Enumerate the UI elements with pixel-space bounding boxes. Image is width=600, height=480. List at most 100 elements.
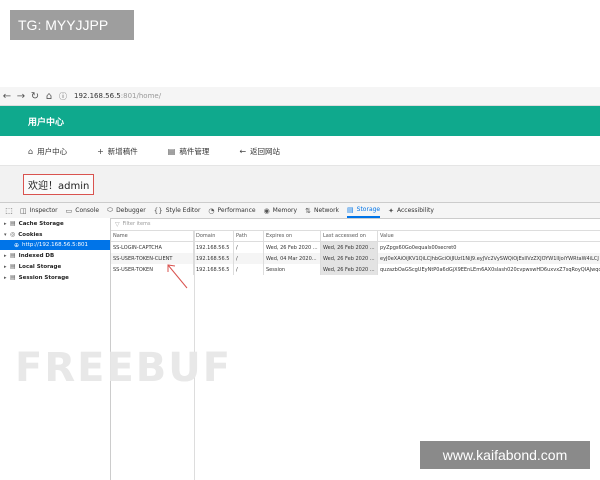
cookies-icon: ◎ bbox=[10, 231, 16, 238]
sidebar-item-label: Cookies bbox=[18, 231, 43, 238]
performance-icon: ◔ bbox=[208, 206, 215, 215]
url-rest: :801/home/ bbox=[120, 92, 162, 100]
sidebar-item-label: Cache Storage bbox=[18, 220, 64, 227]
local-storage-icon: ▤ bbox=[10, 263, 16, 270]
accessibility-icon: ✦ bbox=[388, 206, 394, 215]
back-icon[interactable]: ← bbox=[0, 91, 14, 102]
sidebar-item-cookies[interactable]: ▾ ◎ Cookies bbox=[0, 229, 110, 240]
tab-inspector[interactable]: ◫ Inspector bbox=[20, 203, 58, 218]
tab-label: Inspector bbox=[29, 207, 58, 214]
column-header-expires[interactable]: Expires on bbox=[264, 231, 321, 241]
column-header-domain[interactable]: Domain bbox=[194, 231, 234, 241]
cell-last-accessed: Wed, 26 Feb 2020 ... bbox=[321, 253, 378, 264]
watermark-top-left: TG: MYYJJPP bbox=[10, 10, 134, 40]
menu-item-label: 新增稿件 bbox=[107, 146, 138, 156]
cell-name: SS-LOGIN-CAPTCHA bbox=[111, 242, 194, 253]
home-icon: ⌂ bbox=[28, 146, 34, 156]
menu-item-label: 稿件管理 bbox=[179, 146, 210, 156]
watermark-bottom-right: www.kaifabond.com bbox=[420, 441, 590, 469]
sidebar-item-cookie-origin[interactable]: ⊕ http://192.168.56.5:801 bbox=[0, 240, 110, 250]
browser-navbar: ← → ↻ ⌂ ⓘ 192.168.56.5:801/home/ bbox=[0, 87, 600, 106]
cache-storage-icon: ▤ bbox=[10, 220, 16, 227]
app-header-title: 用户中心 bbox=[28, 118, 65, 128]
column-header-value[interactable]: Value bbox=[378, 231, 600, 241]
tab-accessibility[interactable]: ✦ Accessibility bbox=[388, 203, 434, 218]
network-icon: ⇅ bbox=[305, 206, 311, 215]
tab-console[interactable]: ▭ Console bbox=[66, 203, 99, 218]
info-icon[interactable]: ⓘ bbox=[56, 91, 70, 102]
console-icon: ▭ bbox=[65, 206, 73, 215]
memory-icon: ◉ bbox=[263, 206, 270, 215]
filter-input[interactable]: Filter items bbox=[123, 221, 151, 227]
plus-icon: + bbox=[97, 146, 104, 156]
cell-expires: Session bbox=[264, 264, 321, 275]
filter-icon: ▽ bbox=[115, 220, 120, 228]
tab-label: Storage bbox=[356, 206, 381, 213]
cell-domain: 192.168.56.5 bbox=[194, 264, 234, 275]
column-header-name[interactable]: Name bbox=[111, 231, 194, 241]
debugger-icon: ⬭ bbox=[107, 206, 114, 214]
style-editor-icon: {} bbox=[153, 206, 163, 215]
tab-label: Performance bbox=[217, 207, 256, 214]
tab-label: Accessibility bbox=[397, 207, 434, 214]
cell-path: / bbox=[234, 242, 264, 253]
session-storage-icon: ▤ bbox=[10, 274, 16, 281]
menu-item-article-manage[interactable]: ▤ 稿件管理 bbox=[168, 146, 210, 157]
tab-memory[interactable]: ◉ Memory bbox=[264, 203, 298, 218]
menu-item-label: 用户中心 bbox=[37, 146, 68, 156]
url-host: 192.168.56.5 bbox=[74, 92, 121, 100]
address-bar[interactable]: 192.168.56.5:801/home/ bbox=[74, 92, 161, 100]
sidebar-item-label: Indexed DB bbox=[18, 252, 55, 259]
tab-network[interactable]: ⇅ Network bbox=[305, 203, 339, 218]
menu-item-new-article[interactable]: + 新增稿件 bbox=[97, 146, 138, 157]
cell-value: pyZpgs60Go0equals00secret0 bbox=[380, 244, 457, 251]
globe-icon: ⊕ bbox=[14, 241, 20, 249]
cell-expires: Wed, 26 Feb 2020 ... bbox=[264, 242, 321, 253]
tab-label: Debugger bbox=[116, 207, 146, 214]
inspector-icon: ◫ bbox=[20, 206, 27, 215]
storage-icon: ▤ bbox=[347, 205, 354, 214]
sidebar-item-label: http://192.168.56.5:801 bbox=[22, 242, 88, 248]
tab-storage[interactable]: ▤ Storage bbox=[347, 203, 381, 218]
column-header-last-accessed[interactable]: Last accessed on bbox=[321, 231, 378, 241]
list-icon: ▤ bbox=[167, 146, 176, 156]
table-header: Name Domain Path Expires on Last accesse… bbox=[111, 231, 600, 242]
home-icon[interactable]: ⌂ bbox=[42, 91, 56, 102]
tab-style-editor[interactable]: {} Style Editor bbox=[154, 203, 201, 218]
element-picker-icon[interactable]: ⬚ bbox=[2, 206, 16, 215]
filter-bar[interactable]: ▽ Filter items bbox=[111, 218, 600, 231]
tab-label: Console bbox=[75, 207, 100, 214]
welcome-message: 欢迎！admin bbox=[23, 174, 95, 195]
menu-item-label: 返回网站 bbox=[250, 146, 281, 156]
app-menu: ⌂ 用户中心 + 新增稿件 ▤ 稿件管理 ← 返回网站 bbox=[0, 137, 600, 166]
menu-item-back-to-site[interactable]: ← 返回网站 bbox=[239, 146, 280, 157]
cell-path: / bbox=[234, 253, 264, 264]
reload-icon[interactable]: ↻ bbox=[28, 91, 42, 102]
tab-performance[interactable]: ◔ Performance bbox=[208, 203, 255, 218]
tab-label: Memory bbox=[272, 207, 298, 214]
sidebar-item-cache-storage[interactable]: ▸ ▤ Cache Storage bbox=[0, 218, 110, 229]
table-row[interactable]: SS-LOGIN-CAPTCHA 192.168.56.5 / Wed, 26 … bbox=[111, 242, 600, 253]
sidebar-item-session-storage[interactable]: ▸ ▤ Session Storage bbox=[0, 272, 110, 283]
cell-last-accessed: Wed, 26 Feb 2020 ... bbox=[321, 264, 378, 275]
cell-last-accessed: Wed, 26 Feb 2020 ... bbox=[321, 242, 378, 253]
tab-debugger[interactable]: ⬭ Debugger bbox=[107, 203, 146, 218]
annotation-arrow bbox=[167, 264, 188, 289]
app-header: 用户中心 bbox=[0, 106, 600, 136]
column-header-path[interactable]: Path bbox=[234, 231, 264, 241]
sidebar-item-indexed-db[interactable]: ▸ ▤ Indexed DB bbox=[0, 250, 110, 261]
devtools-toolbar: ⬚ ◫ Inspector ▭ Console ⬭ Debugger {} Style … bbox=[0, 202, 600, 219]
tab-label: Network bbox=[313, 207, 340, 214]
freebuf-watermark: FREEBUF bbox=[15, 345, 233, 391]
forward-icon[interactable]: → bbox=[14, 91, 28, 102]
cell-value: eyJ0eXAiOiJKV1QiLCJhbGciOiJIUzI1NiJ9.eyJ… bbox=[380, 255, 599, 262]
sidebar-item-local-storage[interactable]: ▸ ▤ Local Storage bbox=[0, 261, 110, 272]
sidebar-item-label: Local Storage bbox=[18, 263, 62, 270]
arrow-left-icon: ← bbox=[239, 146, 247, 156]
database-icon: ▤ bbox=[10, 252, 16, 259]
cell-domain: 192.168.56.5 bbox=[194, 242, 234, 253]
tab-label: Style Editor bbox=[165, 207, 201, 214]
menu-item-user-center[interactable]: ⌂ 用户中心 bbox=[28, 146, 67, 157]
cell-expires: Wed, 04 Mar 2020... bbox=[264, 253, 321, 264]
cell-domain: 192.168.56.5 bbox=[194, 253, 234, 264]
